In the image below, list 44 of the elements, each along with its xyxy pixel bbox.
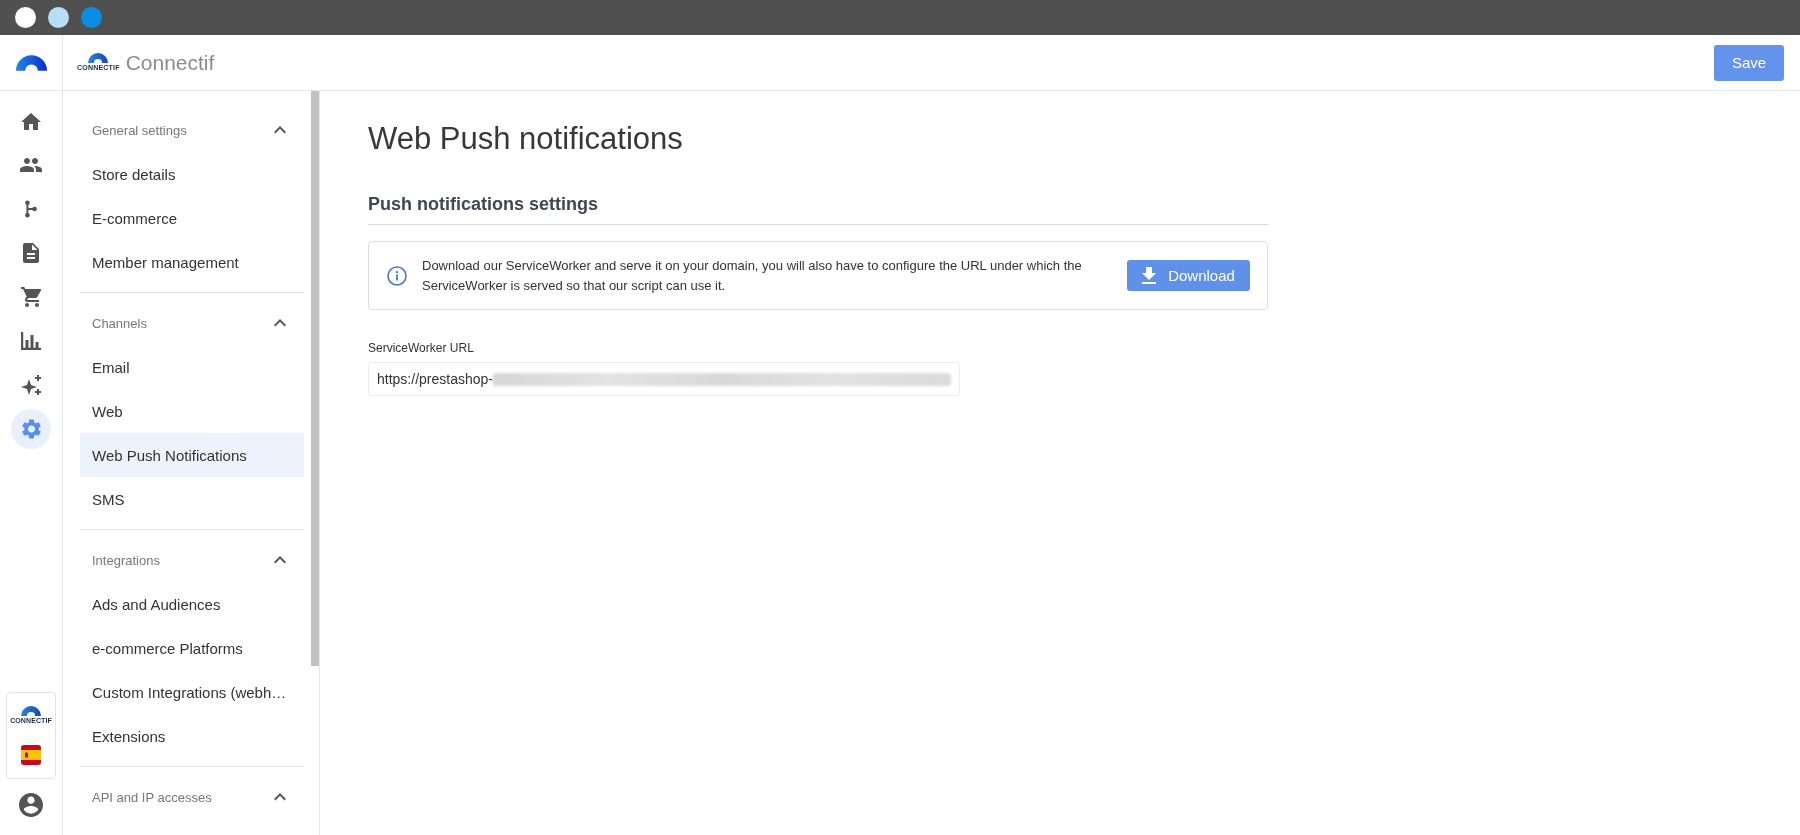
- window-control-icon[interactable]: [48, 7, 69, 28]
- sidebar-item[interactable]: SMS: [80, 477, 304, 521]
- chevron-up-icon[interactable]: [274, 556, 286, 564]
- flag-icon[interactable]: [21, 745, 41, 765]
- chevron-up-icon[interactable]: [274, 126, 286, 134]
- section-title: Push notifications settings: [368, 192, 1268, 225]
- sidebar-item[interactable]: Member management: [80, 240, 304, 284]
- logo-icon: [88, 53, 109, 63]
- section-header[interactable]: General settings: [92, 122, 187, 138]
- chevron-up-icon[interactable]: [274, 793, 286, 801]
- sidebar-item[interactable]: E-commerce: [80, 196, 304, 240]
- sidebar-item[interactable]: Ads and Audiences: [80, 582, 304, 626]
- bar-chart-icon: [21, 332, 41, 350]
- settings-icon: [21, 419, 41, 439]
- section-header[interactable]: API and IP accesses: [92, 789, 212, 805]
- chevron-up-icon[interactable]: [274, 319, 286, 327]
- sidebar-item[interactable]: Store details: [80, 152, 304, 196]
- info-text: Download our ServiceWorker and serve it on your domain, you will also have to configure the URL under which the ServiceWorker is served so that our script can use it.: [422, 256, 1083, 295]
- page-title: Web Push notifications: [368, 120, 684, 158]
- cart-icon: [20, 287, 42, 307]
- sparkle-icon: [20, 374, 42, 396]
- logo-icon[interactable]: [15, 54, 47, 71]
- sidebar-item[interactable]: Email: [80, 345, 304, 389]
- sidebar-item[interactable]: Extensions: [80, 714, 304, 758]
- field-label: ServiceWorker URL: [368, 340, 475, 356]
- sidebar-item[interactable]: Web: [80, 389, 304, 433]
- info-icon: [387, 265, 407, 286]
- document-icon: [23, 243, 39, 263]
- sidebar-item[interactable]: Custom Integrations (webh…: [80, 670, 304, 714]
- brand-name: Connectif: [125, 49, 215, 76]
- home-icon: [21, 112, 41, 130]
- branch-icon: [25, 200, 37, 218]
- download-icon: [1142, 267, 1157, 284]
- people-icon: [20, 158, 42, 172]
- url-field[interactable]: https://prestashop-: [368, 362, 960, 396]
- section-header[interactable]: Channels: [92, 315, 147, 331]
- logo-icon: [21, 706, 41, 716]
- window-control-icon[interactable]: [15, 7, 36, 28]
- sidebar-item[interactable]: e-commerce Platforms: [80, 626, 304, 670]
- nav-button[interactable]: [11, 409, 51, 449]
- sidebar-item[interactable]: Web Push Notifications: [80, 433, 304, 477]
- account-icon[interactable]: [19, 793, 43, 817]
- section-header[interactable]: Integrations: [92, 552, 160, 568]
- scrollbar-thumb[interactable]: [311, 91, 319, 666]
